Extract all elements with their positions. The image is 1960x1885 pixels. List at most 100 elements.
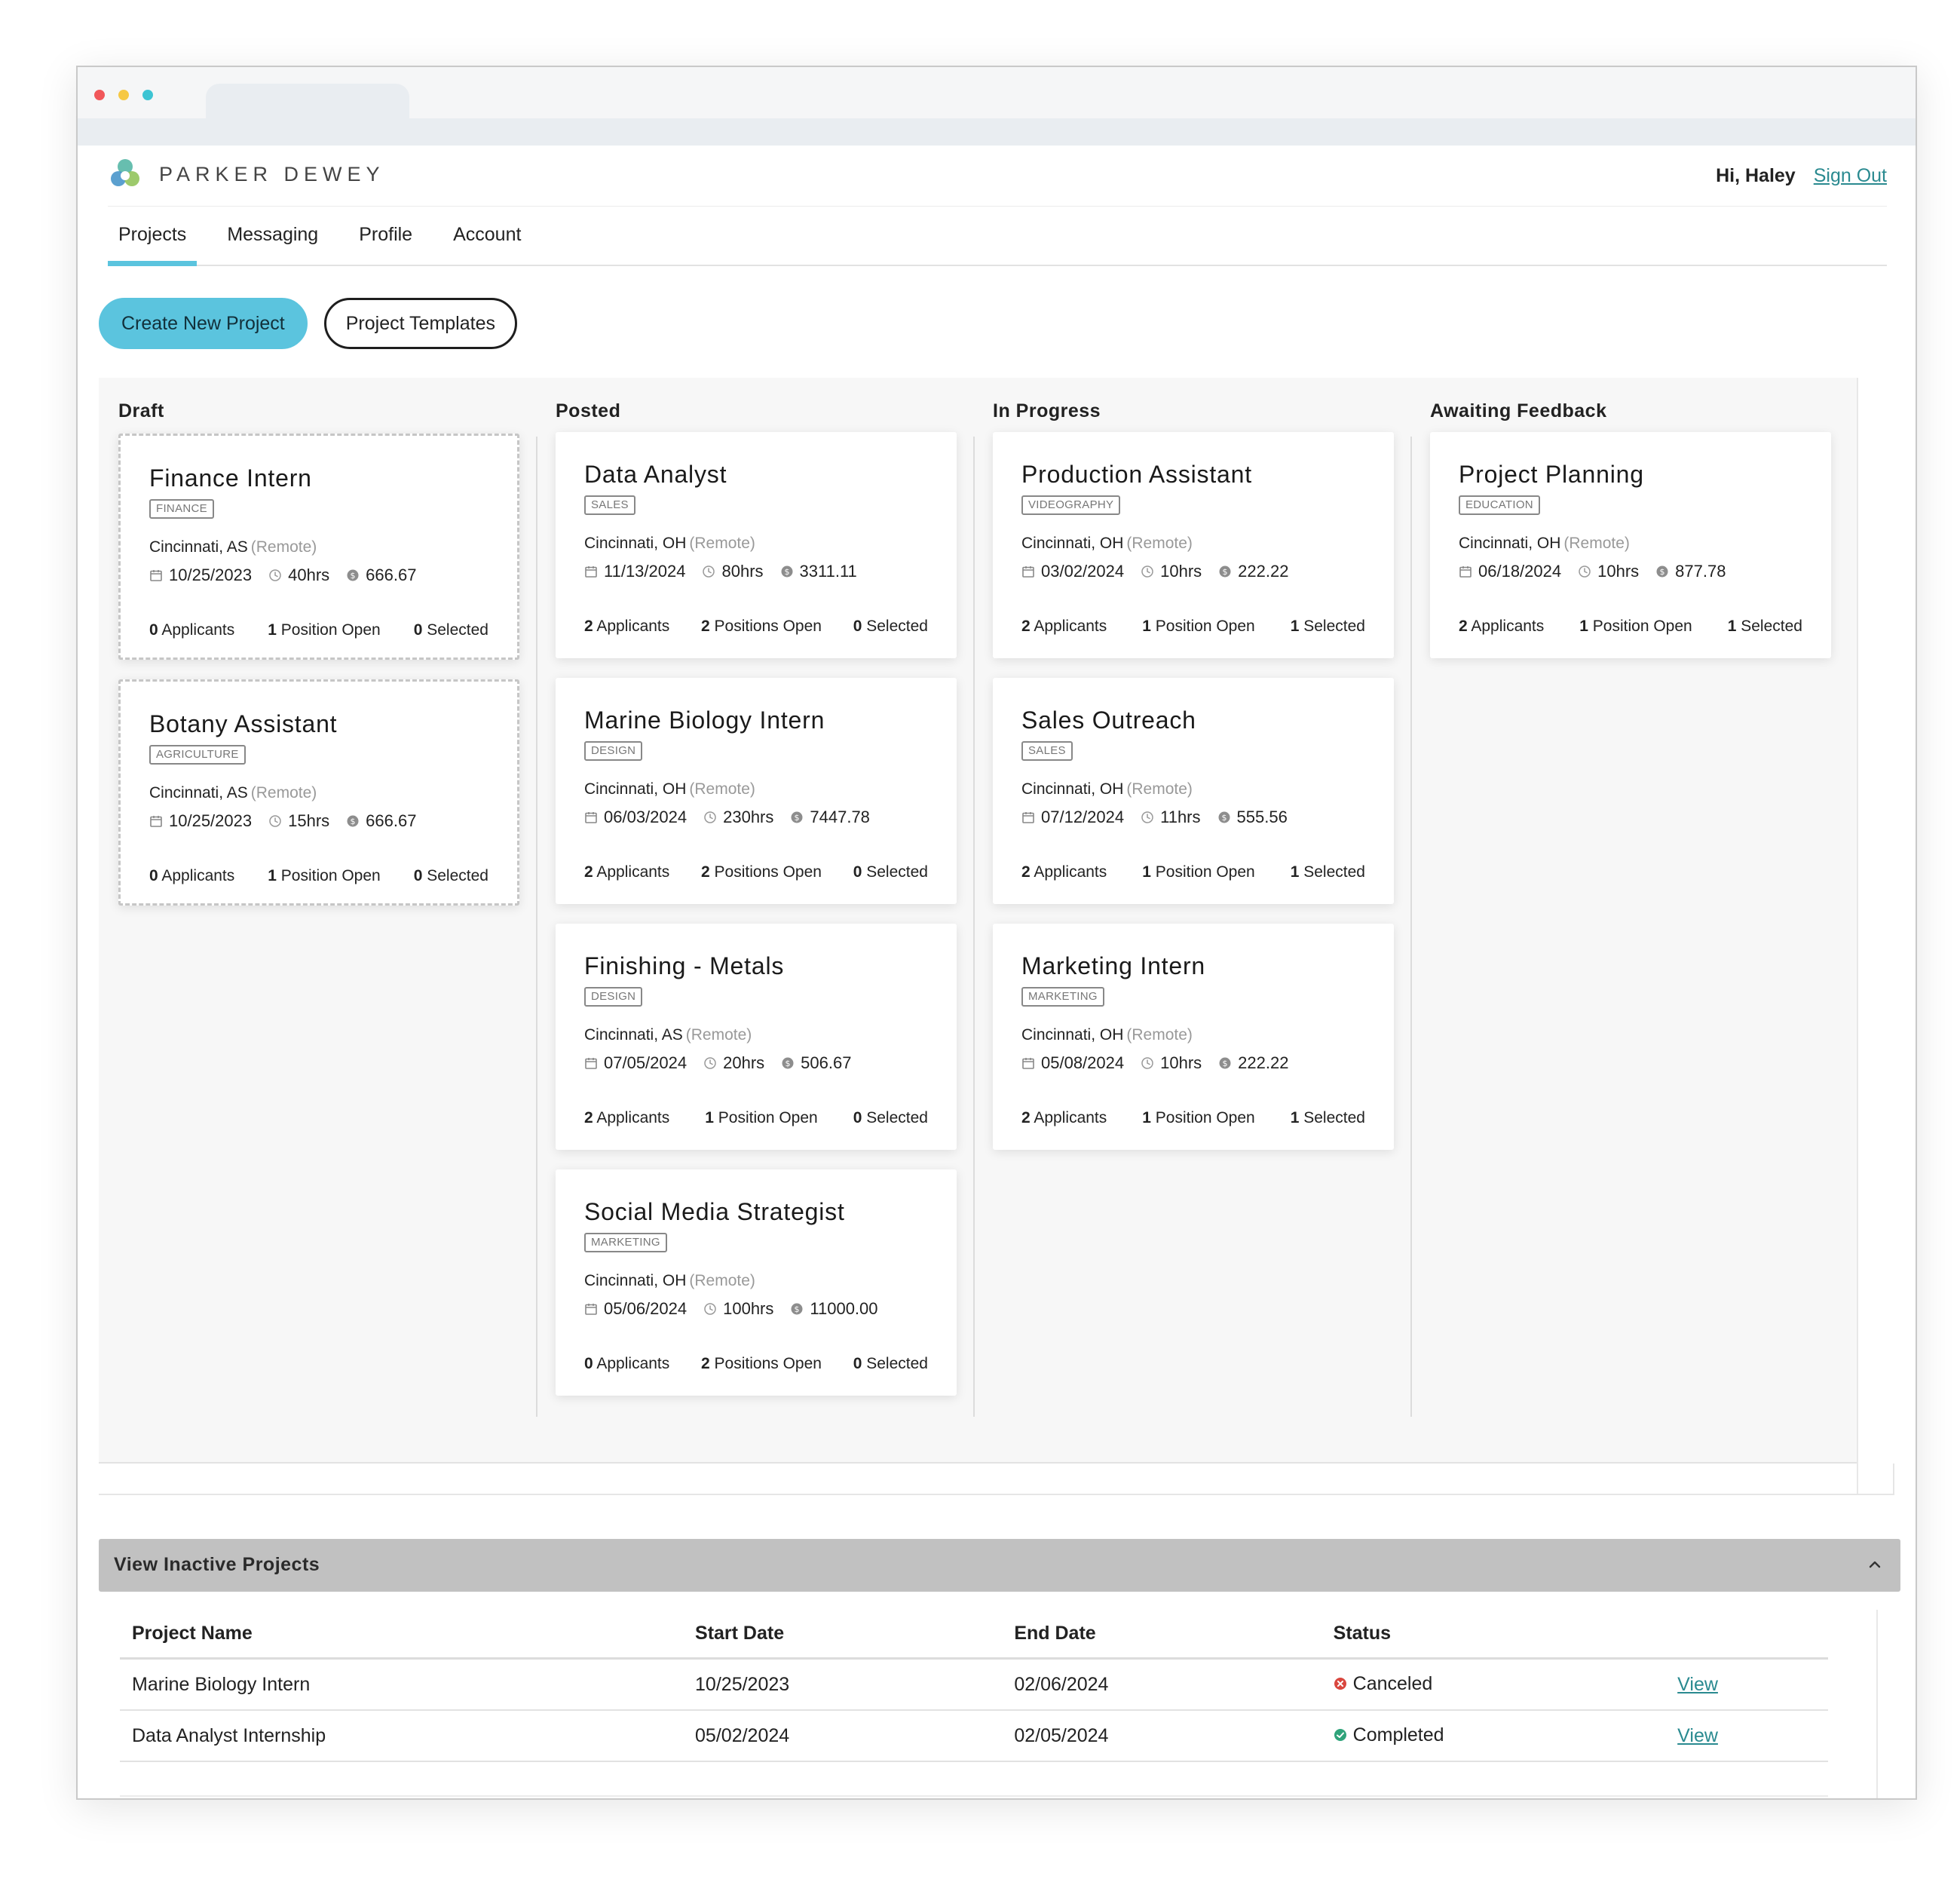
project-card[interactable]: Project Planning EDUCATION Cincinnati, OH(… bbox=[1430, 432, 1831, 658]
nav-projects[interactable]: Projects bbox=[108, 206, 198, 266]
project-card[interactable]: Finishing - Metals DESIGN Cincinnati, AS (R… bbox=[556, 924, 957, 1150]
column-divider bbox=[536, 437, 537, 1417]
selected-count: 1 bbox=[1290, 618, 1300, 635]
project-title: Production Assistant bbox=[1021, 461, 1252, 488]
clock-icon bbox=[703, 1302, 717, 1316]
user-menu: Hi, Haley Sign Out bbox=[1716, 165, 1887, 187]
positions-label: Positions Open bbox=[714, 1355, 822, 1372]
project-card[interactable]: Marine Biology Intern DESIGN Cincinnati, O… bbox=[556, 678, 957, 904]
project-templates-button[interactable]: Project Templates bbox=[323, 298, 517, 349]
positions-stat: 1 Position Open bbox=[1142, 618, 1254, 636]
status-badge: Canceled bbox=[1334, 1672, 1433, 1695]
selected-stat: 1 Selected bbox=[1291, 618, 1365, 636]
selected-count: 0 bbox=[853, 863, 862, 881]
pay-amount: 7447.78 bbox=[810, 808, 870, 826]
selected-stat: 1 Selected bbox=[1291, 1109, 1365, 1127]
project-title: Botany Assistant bbox=[149, 710, 338, 737]
browser-toolbar bbox=[78, 118, 1916, 146]
project-card[interactable]: Production Assistant VIDEOGRAPHY Cincinnat… bbox=[993, 432, 1394, 658]
positions-stat: 1 Position Open bbox=[1142, 1109, 1254, 1127]
positions-label: Positions Open bbox=[714, 863, 822, 881]
location-text: Cincinnati, OH bbox=[1021, 1026, 1124, 1044]
selected-count: 1 bbox=[1290, 1109, 1300, 1126]
location-text: Cincinnati, OH bbox=[1021, 780, 1124, 798]
project-card[interactable]: Data Analyst SALES Cincinnati, OH (Remote) 1… bbox=[556, 432, 957, 658]
selected-label: Selected bbox=[1303, 618, 1365, 635]
hours: 40hrs bbox=[288, 566, 330, 584]
svg-text:$: $ bbox=[1223, 567, 1228, 577]
applicants-label: Applicants bbox=[1034, 618, 1107, 635]
clock-icon bbox=[1141, 1056, 1154, 1070]
hours: 20hrs bbox=[723, 1053, 765, 1072]
app-header: PARKER DEWEY Hi, Haley Sign Out Projects… bbox=[78, 146, 1916, 266]
close-window-button[interactable] bbox=[94, 90, 105, 100]
action-cell: View bbox=[1665, 1711, 1828, 1762]
view-link[interactable]: View bbox=[1677, 1725, 1718, 1746]
dollar-coin-icon: $ bbox=[346, 569, 360, 582]
sign-out-link[interactable]: Sign Out bbox=[1814, 165, 1887, 187]
project-title: Finance Intern bbox=[149, 464, 312, 492]
positions-label: Position Open bbox=[1155, 863, 1255, 881]
project-stats: 2 Applicants 1 Position Open 1 Selected bbox=[1021, 618, 1365, 636]
completed-icon bbox=[1334, 1729, 1346, 1742]
project-stats: 2 Applicants 2 Positions Open 0 Selected bbox=[584, 863, 928, 881]
browser-tab[interactable] bbox=[206, 84, 409, 121]
create-new-project-button[interactable]: Create New Project bbox=[99, 298, 308, 349]
start-date: 05/08/2024 bbox=[1041, 1053, 1125, 1072]
project-card[interactable]: Botany Assistant AGRICULTURE Cincinnati, A… bbox=[118, 679, 519, 906]
remote-label: (Remote) bbox=[250, 538, 317, 556]
positions-count: 2 bbox=[701, 1355, 710, 1372]
pay-amount: 666.67 bbox=[366, 566, 417, 584]
positions-count: 1 bbox=[705, 1109, 714, 1126]
column-draft: Draft Finance Intern FINANCE Cincinnati, AS… bbox=[99, 378, 536, 1464]
clock-icon bbox=[703, 1056, 717, 1070]
project-meta: 07/05/2024 20hrs $506.67 bbox=[584, 1053, 851, 1073]
nav-messaging[interactable]: Messaging bbox=[216, 206, 329, 265]
positions-label: Position Open bbox=[280, 867, 381, 884]
status-text: Canceled bbox=[1352, 1672, 1433, 1694]
applicants-label: Applicants bbox=[161, 621, 235, 639]
browser-chrome bbox=[78, 67, 1916, 146]
project-name-cell: Data Analyst Internship bbox=[120, 1711, 684, 1762]
selected-stat: 1 Selected bbox=[1728, 618, 1802, 636]
project-location: Cincinnati, OH (Remote) bbox=[1021, 1026, 1193, 1044]
dollar-coin-icon: $ bbox=[790, 1302, 804, 1316]
view-inactive-projects-toggle[interactable]: View Inactive Projects bbox=[99, 1539, 1900, 1592]
pay-amount: 222.22 bbox=[1238, 562, 1289, 581]
project-title: Data Analyst bbox=[584, 461, 727, 488]
project-title: Finishing - Metals bbox=[584, 952, 785, 979]
project-card[interactable]: Finance Intern FINANCE Cincinnati, AS (Remo… bbox=[118, 434, 519, 660]
project-stats: 2 Applicants 1 Position Open 1 Selected bbox=[1021, 1109, 1365, 1127]
dollar-coin-icon: $ bbox=[780, 565, 794, 578]
clock-icon bbox=[1578, 565, 1591, 578]
nav-profile[interactable]: Profile bbox=[348, 206, 423, 265]
project-card[interactable]: Marketing Intern MARKETING Cincinnati, OH(… bbox=[993, 924, 1394, 1150]
applicants-label: Applicants bbox=[1034, 863, 1107, 881]
brand-logo[interactable]: PARKER DEWEY bbox=[108, 156, 385, 192]
project-location: Cincinnati, OH (Remote) bbox=[584, 1272, 755, 1290]
start-date-cell: 10/25/2023 bbox=[683, 1660, 1003, 1711]
applicants-count: 2 bbox=[584, 1109, 593, 1126]
selected-count: 0 bbox=[853, 618, 862, 635]
selected-stat: 0 Selected bbox=[853, 1355, 928, 1373]
svg-text:$: $ bbox=[1660, 567, 1665, 577]
project-title: Marketing Intern bbox=[1021, 952, 1206, 979]
category-tag: SALES bbox=[1021, 741, 1073, 761]
project-meta: 07/12/2024 11hrs $555.56 bbox=[1021, 808, 1288, 827]
project-card[interactable]: Sales Outreach SALES Cincinnati, OH (Remote… bbox=[993, 678, 1394, 904]
location-text: Cincinnati, OH bbox=[584, 535, 687, 552]
start-date: 10/25/2023 bbox=[169, 566, 253, 584]
positions-stat: 1 Position Open bbox=[1579, 618, 1692, 636]
column-title: In Progress bbox=[993, 400, 1101, 421]
nav-account[interactable]: Account bbox=[443, 206, 531, 265]
minimize-window-button[interactable] bbox=[118, 90, 129, 100]
dollar-coin-icon: $ bbox=[1217, 811, 1231, 824]
calendar-icon bbox=[584, 1056, 598, 1070]
project-meta: 10/25/2023 40hrs $666.67 bbox=[149, 566, 416, 585]
maximize-window-button[interactable] bbox=[142, 90, 153, 100]
project-location: Cincinnati, AS (Remote) bbox=[149, 784, 317, 802]
start-date: 11/13/2024 bbox=[604, 562, 686, 581]
status-badge: Completed bbox=[1334, 1724, 1444, 1746]
view-link[interactable]: View bbox=[1677, 1674, 1718, 1695]
project-card[interactable]: Social Media Strategist MARKETING Cincinna… bbox=[556, 1169, 957, 1396]
